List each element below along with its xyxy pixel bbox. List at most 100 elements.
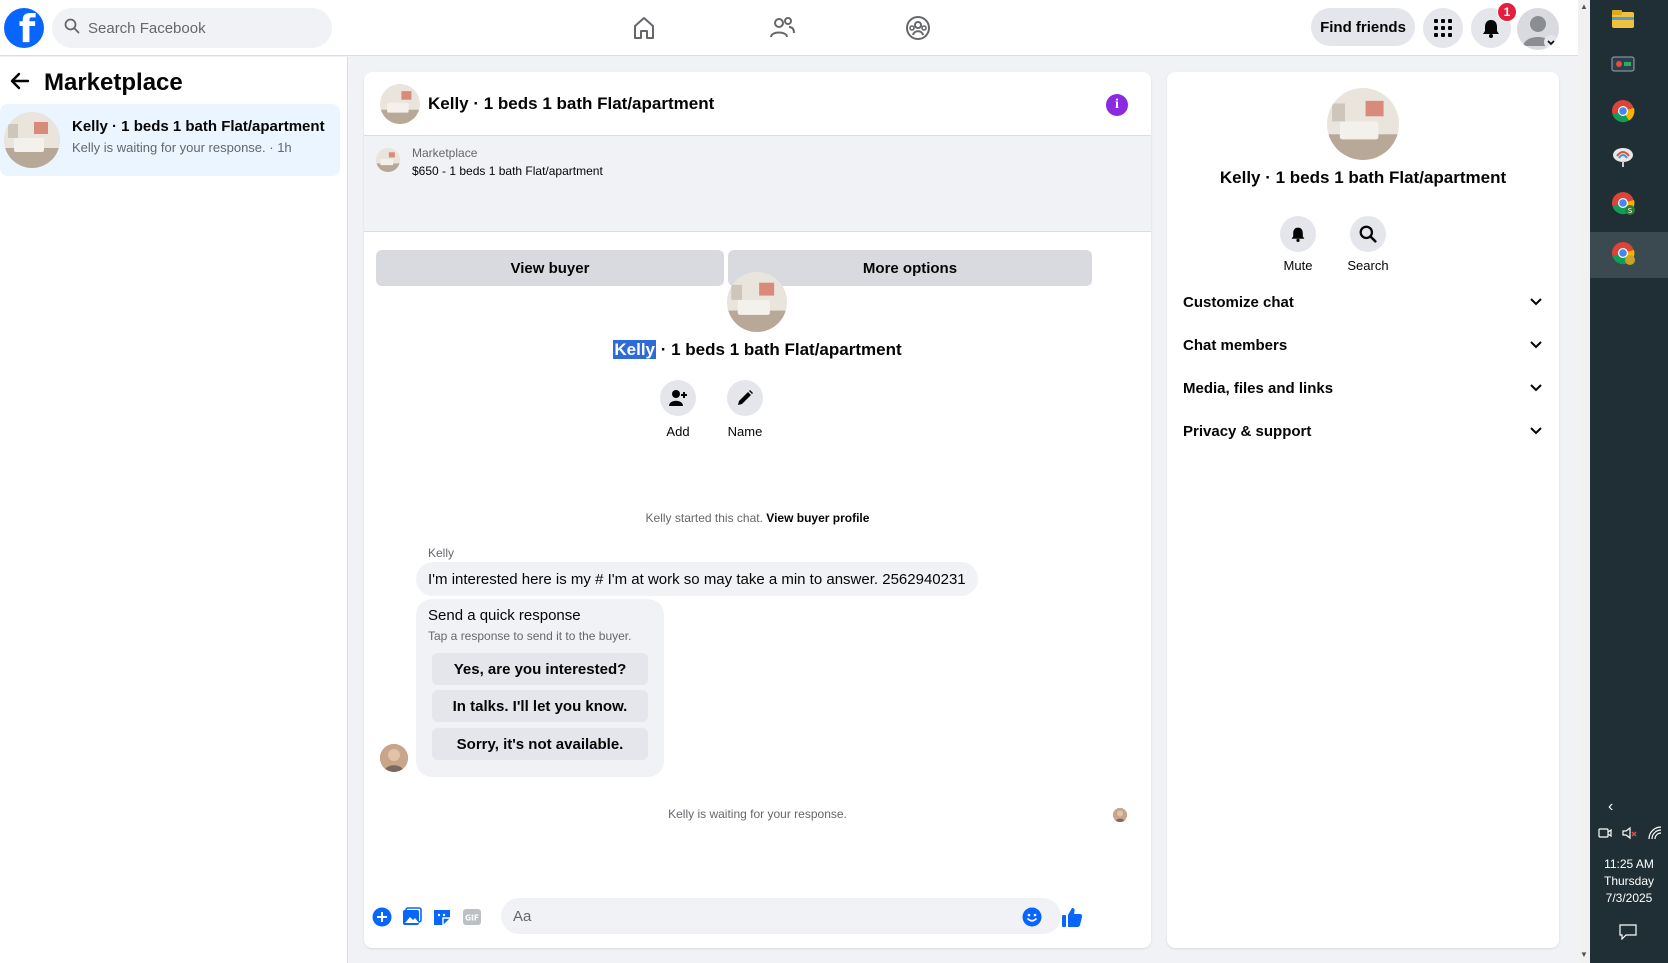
pencil-icon[interactable] (727, 380, 763, 416)
chat-started-text: Kelly started this chat. (645, 511, 763, 525)
remote-desktop-icon[interactable] (1608, 142, 1638, 172)
friends-icon[interactable] (764, 10, 800, 46)
name-label: Name (727, 424, 763, 439)
chevron-down-icon (1530, 298, 1542, 306)
windows-taskbar: S ‹ 11:25 AM Thursday 7/3/2025 (1590, 0, 1668, 963)
mute-label: Mute (1283, 258, 1313, 273)
marketplace-sidebar: Marketplace Kelly · 1 beds 1 bath Flat/a… (0, 57, 348, 963)
message-composer: GIF (364, 892, 1151, 948)
sticker-icon[interactable] (431, 906, 453, 928)
chevron-down-icon (1530, 384, 1542, 392)
groups-icon[interactable] (900, 10, 936, 46)
account-avatar[interactable] (1517, 8, 1559, 50)
menu-grid-button[interactable] (1423, 8, 1463, 48)
chat-members-section[interactable]: Chat members (1183, 325, 1543, 365)
gif-icon[interactable]: GIF (461, 906, 483, 928)
top-navigation-bar: f Find friends 1 (0, 0, 1578, 56)
chat-header-title[interactable]: Kelly · 1 beds 1 bath Flat/apartment (428, 94, 714, 114)
taskbar-clock[interactable]: 11:25 AM Thursday 7/3/2025 (1590, 856, 1668, 907)
waiting-notice: Kelly is waiting for your response. (668, 807, 847, 821)
svg-text:S: S (1628, 207, 1633, 215)
customize-chat-section[interactable]: Customize chat (1183, 282, 1543, 322)
quick-response-option[interactable]: In talks. I'll let you know. (432, 690, 648, 722)
photo-icon[interactable] (401, 906, 423, 928)
chat-panel: Kelly · 1 beds 1 bath Flat/apartment i M… (364, 72, 1151, 948)
home-icon[interactable] (626, 10, 662, 46)
conversation-item[interactable]: Kelly · 1 beds 1 bath Flat/apartment Kel… (0, 104, 340, 176)
more-options-button[interactable]: More options (728, 250, 1092, 286)
quick-response-subtitle: Tap a response to send it to the buyer. (428, 629, 632, 643)
clock-time: 11:25 AM (1604, 857, 1654, 871)
message-input[interactable] (501, 898, 1061, 934)
file-explorer-icon[interactable] (1608, 4, 1638, 34)
media-files-links-section[interactable]: Media, files and links (1183, 368, 1543, 408)
chat-header-avatar[interactable] (380, 84, 420, 124)
conversation-subtitle: Kelly is waiting for your response. · 1h (72, 140, 292, 155)
search-icon (64, 18, 80, 39)
section-label: Media, files and links (1183, 379, 1334, 397)
section-label: Chat members (1183, 336, 1288, 354)
chevron-down-icon (1530, 427, 1542, 435)
add-person-icon[interactable] (660, 380, 696, 416)
quick-response-option[interactable]: Sorry, it's not available. (432, 728, 648, 760)
view-buyer-button[interactable]: View buyer (376, 250, 724, 286)
incoming-message[interactable]: I'm interested here is my # I'm at work … (416, 562, 978, 596)
search-bar[interactable] (52, 8, 332, 48)
quick-response-title: Send a quick response (428, 607, 581, 624)
scroll-up-arrow[interactable]: ▲ (1580, 2, 1588, 11)
chrome-profile-s-icon[interactable]: S (1608, 188, 1638, 218)
meet-now-icon[interactable] (1598, 826, 1612, 840)
search-label: Search (1347, 258, 1389, 273)
chevron-left-icon[interactable]: ‹ (1608, 798, 1613, 816)
chat-intro-title-rest: · 1 beds 1 bath Flat/apartment (656, 340, 902, 359)
scroll-down-arrow[interactable]: ▼ (1580, 950, 1588, 959)
volume-muted-icon[interactable] (1622, 826, 1638, 840)
wifi-icon[interactable] (1648, 826, 1662, 840)
grid-icon (1434, 19, 1452, 37)
search-icon[interactable] (1350, 216, 1386, 252)
clock-date: 7/3/2025 (1605, 891, 1653, 905)
privacy-support-section[interactable]: Privacy & support (1183, 411, 1543, 451)
listing-banner: Marketplace $650 - 1 beds 1 bath Flat/ap… (364, 136, 1151, 286)
system-tray (1598, 824, 1662, 842)
mute-action[interactable]: Mute (1263, 216, 1333, 273)
listing-banner-thumbnail (376, 148, 400, 172)
bell-icon[interactable] (1280, 216, 1316, 252)
selected-name-text[interactable]: Kelly (613, 340, 657, 359)
clock-day: Thursday (1603, 874, 1655, 888)
info-icon[interactable]: i (1106, 94, 1128, 116)
svg-text:GIF: GIF (465, 914, 479, 923)
listing-price-title[interactable]: $650 - 1 beds 1 bath Flat/apartment (412, 164, 603, 178)
info-panel-title: Kelly · 1 beds 1 bath Flat/apartment (1219, 168, 1507, 187)
plus-circle-icon[interactable] (371, 906, 393, 928)
name-chat-action[interactable]: Name (705, 380, 785, 439)
chrome-profile-icon[interactable] (1608, 238, 1638, 268)
sidebar-header: Marketplace (10, 69, 183, 97)
quick-response-option[interactable]: Yes, are you interested? (432, 653, 648, 685)
notification-center-icon[interactable] (1619, 924, 1637, 945)
notification-badge: 1 (1497, 2, 1517, 22)
chat-intro-title: Kelly · 1 beds 1 bath Flat/apartment (364, 340, 1151, 360)
back-arrow-icon[interactable] (10, 72, 30, 95)
sender-avatar[interactable] (380, 744, 408, 772)
search-action[interactable]: Search (1333, 216, 1403, 273)
chat-intro-avatar (727, 272, 787, 332)
thumbs-up-icon[interactable] (1061, 906, 1083, 928)
page-scrollbar[interactable]: ▲ ▼ (1578, 0, 1590, 963)
facebook-logo[interactable]: f (4, 8, 44, 48)
emoji-icon[interactable] (1021, 906, 1043, 928)
search-input[interactable] (88, 19, 308, 37)
view-buyer-profile-link[interactable]: View buyer profile (766, 511, 869, 525)
media-app-icon[interactable] (1608, 50, 1638, 80)
info-panel-avatar (1327, 88, 1399, 160)
listing-source-label: Marketplace (412, 146, 478, 160)
section-label: Privacy & support (1183, 422, 1312, 440)
chevron-down-icon (1530, 341, 1542, 349)
listing-thumbnail (4, 112, 60, 168)
chrome-icon[interactable] (1608, 96, 1638, 126)
chat-started-notice: Kelly started this chat. View buyer prof… (364, 511, 1151, 525)
section-label: Customize chat (1183, 293, 1294, 311)
find-friends-button[interactable]: Find friends (1311, 8, 1415, 46)
quick-response-card: Send a quick response Tap a response to … (416, 599, 664, 777)
conversation-info-panel: Kelly · 1 beds 1 bath Flat/apartment Mut… (1167, 72, 1559, 948)
